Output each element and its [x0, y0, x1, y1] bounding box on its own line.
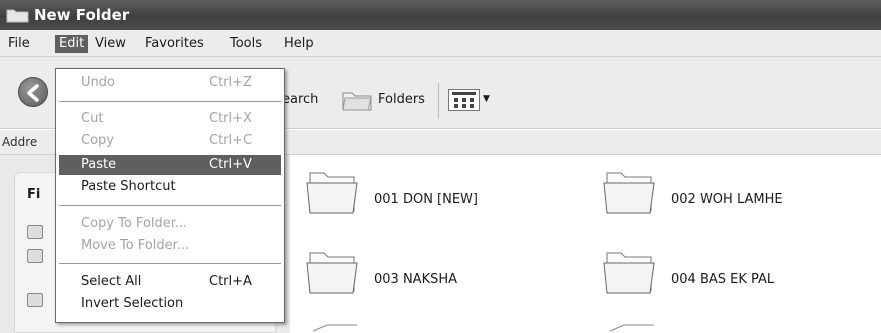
- folder-name: 004 BAS EK PAL: [671, 272, 775, 287]
- menu-separator: [59, 205, 281, 206]
- menu-separator: [59, 101, 281, 102]
- title-bar: New Folder: [0, 0, 881, 30]
- menu-item-shortcut: Ctrl+Z: [209, 75, 252, 90]
- menu-item-cut[interactable]: Cut Ctrl+X: [59, 109, 281, 129]
- menu-item-label: Undo: [81, 75, 115, 90]
- menu-item-label: Paste Shortcut: [81, 179, 176, 194]
- address-label: Addre: [2, 135, 38, 149]
- folder-icon: [609, 324, 654, 332]
- menu-help[interactable]: Help: [280, 35, 318, 53]
- menu-item-shortcut: Ctrl+X: [209, 111, 252, 126]
- menu-file[interactable]: File: [4, 35, 34, 53]
- menu-item-label: Move To Folder...: [81, 238, 190, 253]
- menu-item-label: Copy To Folder...: [81, 216, 188, 231]
- menu-item-label: Cut: [81, 111, 104, 126]
- menu-item-label: Copy: [81, 133, 114, 148]
- menu-tools[interactable]: Tools: [226, 35, 266, 53]
- folder-name: 003 NAKSHA: [374, 272, 458, 287]
- menu-item-label: Paste: [81, 157, 117, 172]
- menu-item-invert-selection[interactable]: Invert Selection: [59, 294, 281, 314]
- menu-item-label: Invert Selection: [81, 296, 184, 311]
- views-button[interactable]: [448, 89, 480, 111]
- menu-separator: [59, 263, 281, 264]
- menu-item-paste[interactable]: Paste Ctrl+V: [59, 155, 281, 175]
- folder-item[interactable]: 001 DON [NEW]: [304, 165, 584, 225]
- task-icon: [27, 293, 43, 307]
- menu-item-shortcut: Ctrl+C: [209, 133, 253, 148]
- folder-icon: [603, 172, 655, 214]
- folders-icon: [342, 92, 372, 111]
- task-panel-title[interactable]: Fi: [27, 187, 40, 202]
- back-arrow-icon: [27, 84, 39, 102]
- folder-icon: [306, 252, 358, 294]
- menu-item-shortcut: Ctrl+V: [209, 157, 252, 172]
- search-button[interactable]: earch: [282, 92, 318, 107]
- folders-button[interactable]: Folders: [378, 92, 425, 107]
- file-list: 001 DON [NEW] 002 WOH LAMHE 003 NAKSHA 0…: [290, 155, 881, 333]
- menu-edit[interactable]: Edit: [55, 35, 89, 53]
- folder-name: 002 WOH LAMHE: [671, 192, 783, 207]
- menu-item-undo[interactable]: Undo Ctrl+Z: [59, 73, 281, 93]
- menu-view[interactable]: View: [91, 35, 130, 53]
- back-button[interactable]: [18, 77, 48, 107]
- edit-menu: Undo Ctrl+Z Cut Ctrl+X Copy Ctrl+C Paste…: [55, 68, 285, 323]
- folder-icon: [6, 9, 29, 23]
- toolbar-separator: [438, 83, 439, 119]
- menu-item-shortcut: Ctrl+A: [209, 274, 252, 289]
- menu-bar: File Edit View Favorites Tools Help: [0, 30, 881, 57]
- task-icon: [27, 249, 43, 263]
- window-title: New Folder: [34, 6, 130, 24]
- dropdown-arrow-icon[interactable]: ▼: [483, 94, 490, 104]
- folder-icon: [306, 172, 358, 214]
- menu-item-copy[interactable]: Copy Ctrl+C: [59, 131, 281, 151]
- views-grid-icon: [452, 92, 476, 108]
- folder-name: 001 DON [NEW]: [374, 192, 478, 207]
- task-icon: [27, 225, 43, 239]
- folder-icon: [603, 252, 655, 294]
- folder-icon: [312, 324, 357, 332]
- folder-item[interactable]: 004 BAS EK PAL: [601, 245, 881, 305]
- folder-item[interactable]: 002 WOH LAMHE: [601, 165, 881, 225]
- menu-item-move-to-folder[interactable]: Move To Folder...: [59, 236, 281, 256]
- menu-item-label: Select All: [81, 274, 142, 289]
- menu-item-copy-to-folder[interactable]: Copy To Folder...: [59, 214, 281, 234]
- menu-item-select-all[interactable]: Select All Ctrl+A: [59, 272, 281, 292]
- menu-item-paste-shortcut[interactable]: Paste Shortcut: [59, 177, 281, 197]
- folder-item[interactable]: 003 NAKSHA: [304, 245, 584, 305]
- menu-favorites[interactable]: Favorites: [141, 35, 208, 53]
